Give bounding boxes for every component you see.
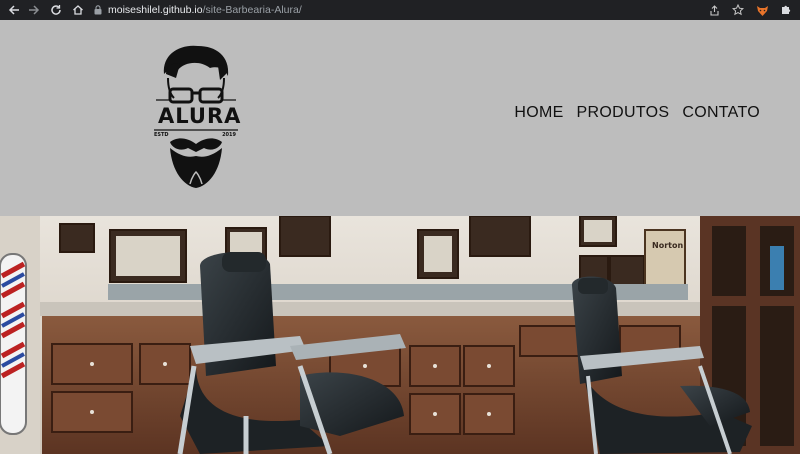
browser-toolbar: moiseshilel.github.io/site-Barbearia-Alu… (0, 0, 800, 20)
lock-icon (92, 3, 104, 17)
barbershop-interior-image: Norton (0, 216, 800, 454)
logo-text: ALURA (158, 104, 242, 128)
main-navigation: HOME PRODUTOS CONTATO (514, 104, 760, 122)
puzzle-icon[interactable] (778, 2, 794, 18)
barbershop-logo[interactable]: ALURA ESTD 2019 (150, 44, 242, 190)
nav-produtos[interactable]: PRODUTOS (577, 104, 670, 122)
nav-contato[interactable]: CONTATO (682, 104, 760, 122)
forward-button[interactable] (24, 0, 44, 20)
url-path: /site-Barbearia-Alura/ (202, 4, 302, 16)
star-icon[interactable] (730, 2, 746, 18)
url-text: moiseshilel.github.io/site-Barbearia-Alu… (108, 4, 302, 16)
home-button[interactable] (68, 0, 88, 20)
toolbar-actions (706, 0, 794, 20)
reload-button[interactable] (46, 0, 66, 20)
fox-extension-icon[interactable] (754, 2, 770, 18)
address-bar[interactable]: moiseshilel.github.io/site-Barbearia-Alu… (90, 1, 794, 19)
home-icon (73, 5, 83, 15)
back-button[interactable] (4, 0, 24, 20)
hero-banner-image: Norton (0, 216, 800, 454)
site-header: ALURA ESTD 2019 HOME PRODUTOS CONTATO (0, 20, 800, 216)
logo-year: 2019 (222, 132, 236, 138)
svg-text:Norton: Norton (652, 241, 683, 250)
url-host: moiseshilel.github.io (108, 4, 203, 16)
nav-home[interactable]: HOME (514, 104, 563, 122)
logo-estd: ESTD (154, 132, 169, 138)
share-icon[interactable] (706, 2, 722, 18)
arrow-left-icon (8, 5, 19, 15)
arrow-right-icon (29, 5, 40, 15)
reload-icon (51, 5, 61, 15)
